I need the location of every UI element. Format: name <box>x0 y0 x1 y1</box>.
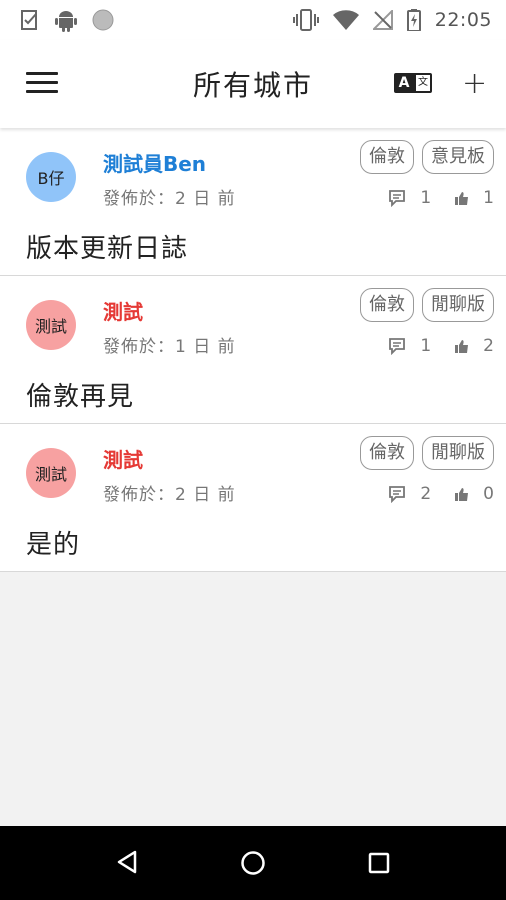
translate-button[interactable]: A 文 <box>394 73 434 95</box>
post-tags: 倫敦 閒聊版 <box>360 288 494 322</box>
back-icon[interactable] <box>116 850 138 874</box>
post-stats: 1 2 <box>388 336 494 356</box>
comment-stat: 1 <box>388 336 431 356</box>
comment-count: 2 <box>420 484 432 504</box>
wifi-icon <box>332 10 359 30</box>
battery-charging-icon <box>406 9 421 31</box>
tag-board[interactable]: 意見板 <box>422 140 494 174</box>
avatar[interactable]: 測試 <box>26 448 76 498</box>
post-meta: 發佈於：2 日 前 <box>103 485 236 505</box>
post-stats: 1 1 <box>388 188 494 208</box>
tag-city[interactable]: 倫敦 <box>360 140 414 174</box>
android-icon <box>55 11 77 32</box>
recents-icon[interactable] <box>368 852 390 874</box>
post-title[interactable]: 倫敦再見 <box>26 376 134 413</box>
vibrate-icon <box>292 9 319 31</box>
thumbs-up-icon <box>455 192 469 205</box>
status-right: 22:05 <box>292 9 492 31</box>
status-time: 22:05 <box>434 9 492 31</box>
tag-city[interactable]: 倫敦 <box>360 436 414 470</box>
post-tags: 倫敦 閒聊版 <box>360 436 494 470</box>
comment-icon <box>389 338 406 355</box>
comment-stat: 2 <box>388 484 431 504</box>
like-count: 0 <box>483 484 494 504</box>
app-bar: 所有城市 A 文 + <box>0 40 506 128</box>
no-signal-icon <box>372 10 393 30</box>
like-count: 1 <box>483 188 494 208</box>
clipboard-check-icon <box>21 10 37 30</box>
status-bar: 22:05 <box>0 0 506 40</box>
comment-icon <box>389 190 406 207</box>
like-count: 2 <box>483 336 494 356</box>
post-card[interactable]: B仔 測試員Ben 發佈於：2 日 前 倫敦 意見板 1 1 版本更新日誌 <box>0 128 506 276</box>
comment-stat: 1 <box>388 188 431 208</box>
comment-icon <box>389 486 406 503</box>
comment-count: 1 <box>420 336 432 356</box>
author-name[interactable]: 測試員Ben <box>103 148 206 177</box>
tag-board[interactable]: 閒聊版 <box>422 288 494 322</box>
author-name[interactable]: 測試 <box>103 296 143 325</box>
post-card[interactable]: 測試 測試 發佈於：1 日 前 倫敦 閒聊版 1 2 倫敦再見 <box>0 276 506 424</box>
like-stat: 2 <box>455 336 494 356</box>
system-nav-bar <box>0 826 506 900</box>
author-name[interactable]: 測試 <box>103 444 143 473</box>
post-meta: 發佈於：2 日 前 <box>103 189 236 209</box>
thumbs-up-icon <box>455 488 469 501</box>
home-icon[interactable] <box>240 850 266 876</box>
post-title[interactable]: 版本更新日誌 <box>26 228 188 265</box>
avatar[interactable]: B仔 <box>26 152 76 202</box>
post-title[interactable]: 是的 <box>26 524 80 561</box>
like-stat: 1 <box>455 188 494 208</box>
post-meta: 發佈於：1 日 前 <box>103 337 236 357</box>
translate-icon-b: 文 <box>414 73 432 93</box>
post-card[interactable]: 測試 測試 發佈於：2 日 前 倫敦 閒聊版 2 0 是的 <box>0 424 506 572</box>
avatar[interactable]: 測試 <box>26 300 76 350</box>
post-feed: B仔 測試員Ben 發佈於：2 日 前 倫敦 意見板 1 1 版本更新日誌 測試… <box>0 128 506 572</box>
status-left <box>20 8 114 32</box>
translate-icon-a: A <box>394 73 414 93</box>
thumbs-up-icon <box>455 340 469 353</box>
circle-icon <box>92 9 114 31</box>
add-button[interactable]: + <box>462 66 487 101</box>
tag-board[interactable]: 閒聊版 <box>422 436 494 470</box>
like-stat: 0 <box>455 484 494 504</box>
tag-city[interactable]: 倫敦 <box>360 288 414 322</box>
comment-count: 1 <box>420 188 432 208</box>
post-tags: 倫敦 意見板 <box>360 140 494 174</box>
post-stats: 2 0 <box>388 484 494 504</box>
